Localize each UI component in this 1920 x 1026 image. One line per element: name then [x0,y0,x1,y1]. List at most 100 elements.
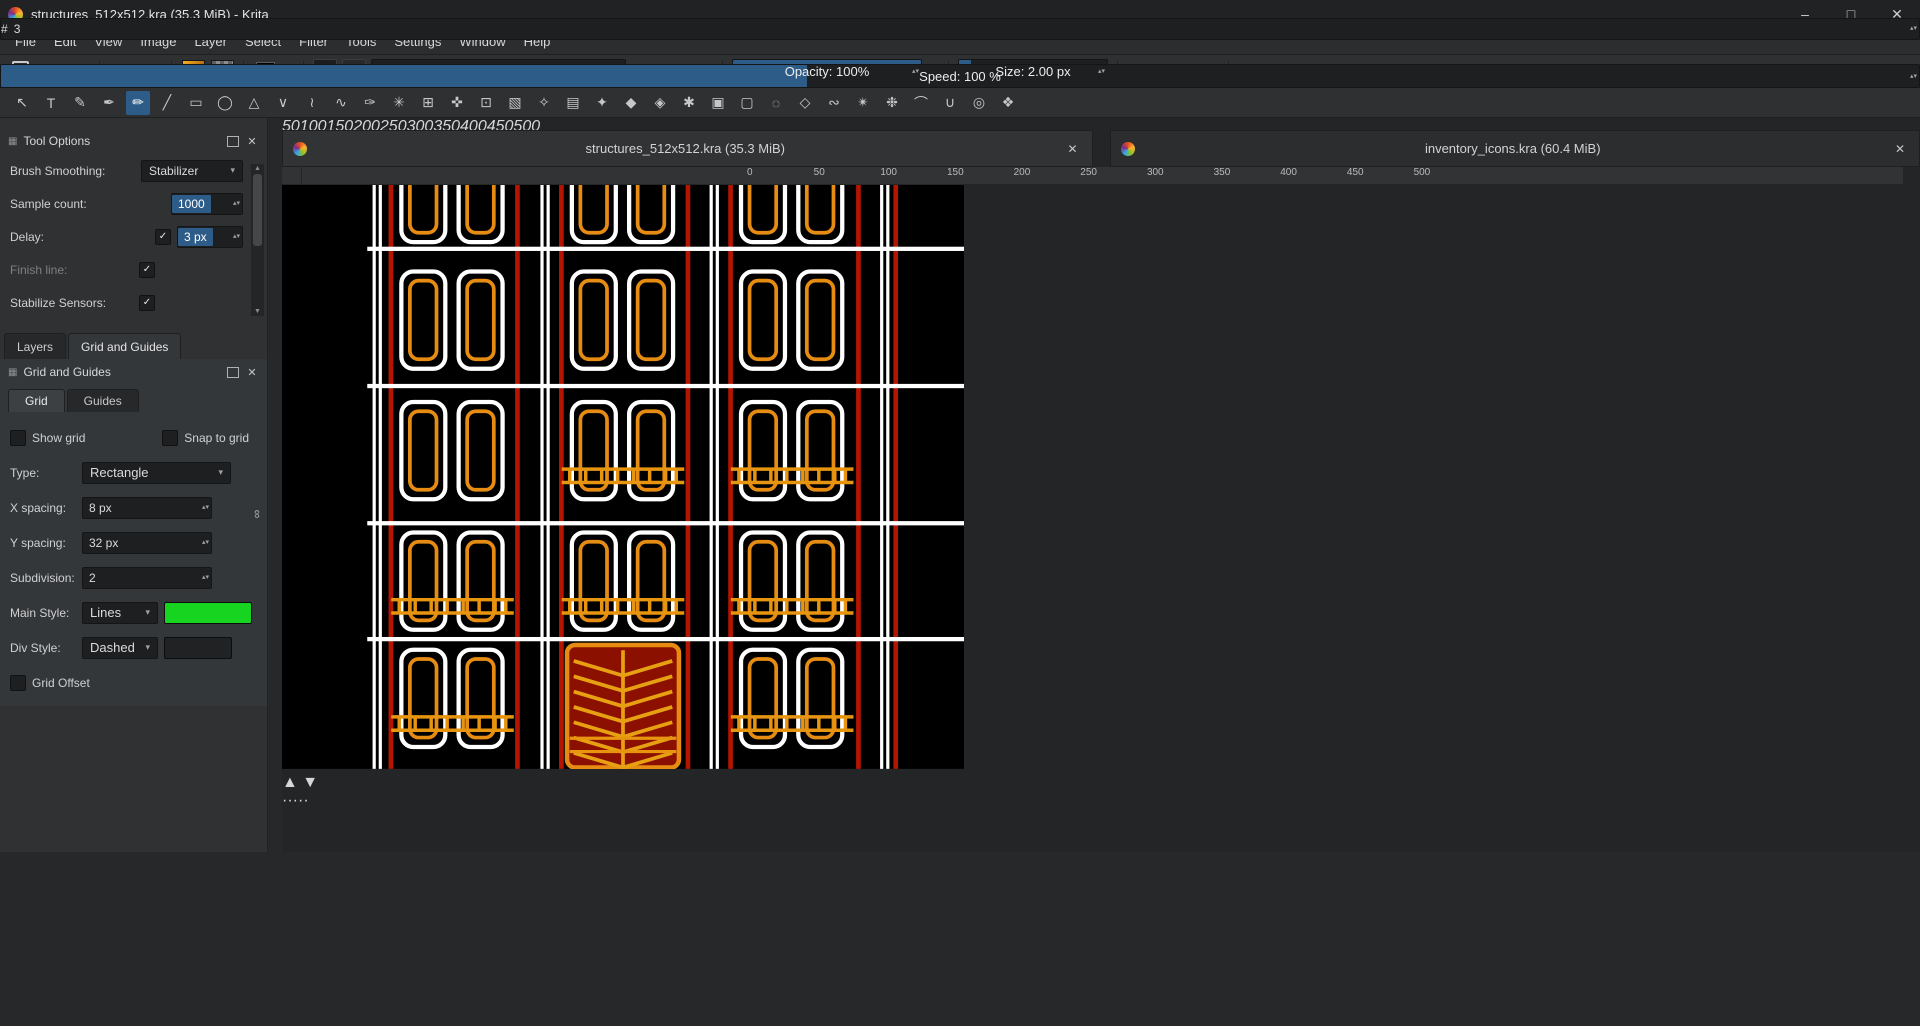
ruler-mark: 300 [1147,167,1214,184]
size-spin-arrows[interactable]: ▴▾ [1098,60,1105,82]
canvas-artwork[interactable] [282,136,1920,774]
tool-select-shapes[interactable]: ↖ [10,91,34,115]
scrollbar-handle[interactable] [253,174,262,246]
tool-bezier-curve[interactable]: ≀ [300,91,324,115]
grid-guides-title: Grid and Guides [23,365,110,379]
docker-tab-layers[interactable]: Layers [4,333,66,359]
link-spacing-icon[interactable]: ∞ [251,510,265,519]
tool-pattern-edit[interactable]: ▤ [561,91,585,115]
tool-similar-select[interactable]: ❉ [880,91,904,115]
div-style-combo[interactable]: Dashed ▾ [82,637,158,659]
tool-polyline[interactable]: ∨ [271,91,295,115]
chevron-down-icon: ▾ [145,642,150,653]
tool-freehand-select[interactable]: ∾ [822,91,846,115]
x-spacing-spinbox[interactable]: 8 px ▴▾ [82,497,212,519]
tool-multibrush[interactable]: ✳ [387,91,411,115]
tab-close-icon[interactable]: ✕ [1891,142,1909,156]
tool-assistants[interactable]: ✱ [677,91,701,115]
tool-edit-shapes[interactable]: ✎ [68,91,92,115]
stabilize-sensors-checkbox[interactable]: ✓ [139,295,155,311]
splitter-handle[interactable]: ····· [282,792,1920,810]
close-docker-icon[interactable]: ✕ [245,135,259,148]
tool-freehand-brush[interactable]: ✏ [126,91,150,115]
subdivision-label: Subdivision: [10,571,76,585]
spin-arrows[interactable]: ▴▾ [1910,19,1917,39]
document-area: structures_512x512.kra (35.3 MiB) ✕ inve… [282,118,1920,852]
tool-bezier-select[interactable]: ⌒ [909,91,933,115]
main-style-color-button[interactable] [164,602,252,624]
scroll-down-icon[interactable]: ▼ [302,774,318,791]
document-tab[interactable]: structures_512x512.kra (35.3 MiB) ✕ [282,130,1093,167]
document-tab[interactable]: inventory_icons.kra (60.4 MiB) ✕ [1110,130,1920,167]
tool-fill[interactable]: ◆ [619,91,643,115]
tool-enclose-fill[interactable]: ◈ [648,91,672,115]
tool-reference-images[interactable]: ▣ [706,91,730,115]
tool-smart-patch[interactable]: ✦ [590,91,614,115]
grid-and-guides-docker: ▦ Grid and Guides ✕ Grid Guides Show gri… [0,359,267,706]
y-spacing-spinbox[interactable]: 32 px ▴▾ [82,532,212,554]
delay-checkbox[interactable]: ✓ [155,229,171,245]
tool-magnetic-select[interactable]: ∪ [938,91,962,115]
pixel-art-building [282,136,964,769]
brush-smoothing-combo[interactable]: Stabilizer ▾ [141,160,243,182]
tool-color-sampler[interactable]: ✧ [532,91,556,115]
tool-options-title: Tool Options [23,134,90,148]
grid-offset-label: Grid Offset [32,676,90,690]
tool-rect-select[interactable]: ▢ [735,91,759,115]
krita-window: structures_512x512.kra (35.3 MiB) - Krit… [0,0,1920,1026]
sample-count-spinbox[interactable]: 1000 ▴▾ [171,193,243,215]
spin-arrows[interactable]: ▴▾ [202,498,209,518]
float-docker-icon[interactable] [227,136,239,147]
tool-calligraphy[interactable]: ✒ [97,91,121,115]
stabilize-sensors-label: Stabilize Sensors: [10,296,106,310]
spin-arrows[interactable]: ▴▾ [202,533,209,553]
grid-type-combo[interactable]: Rectangle ▾ [82,462,231,484]
tool-polygon[interactable]: △ [242,91,266,115]
tool-zoom[interactable]: ◎ [967,91,991,115]
frame-prefix: # [1,22,8,36]
tool-gradient[interactable]: ▧ [503,91,527,115]
delay-spinbox[interactable]: 3 px ▴▾ [177,226,243,248]
spin-arrows[interactable]: ▴▾ [202,568,209,588]
spin-arrows[interactable]: ▴▾ [1910,65,1917,87]
finish-line-checkbox[interactable]: ✓ [139,262,155,278]
canvas-viewport[interactable] [282,136,1920,774]
tool-ellipse-select[interactable]: ◌ [764,91,788,115]
tool-contiguous-select[interactable]: ✴ [851,91,875,115]
tab-close-icon[interactable]: ✕ [1064,142,1082,156]
scroll-up-icon[interactable]: ▲ [282,774,298,791]
opacity-spin-arrows[interactable]: ▴▾ [912,60,919,82]
grid-offset-checkbox[interactable] [10,675,26,691]
float-docker-icon[interactable] [227,367,239,378]
close-docker-icon[interactable]: ✕ [245,366,259,379]
scroll-up-icon[interactable]: ▲ [254,165,261,172]
tool-options-scrollbar[interactable]: ▲ ▼ [251,164,264,316]
tool-line[interactable]: ╱ [155,91,179,115]
show-grid-checkbox[interactable] [10,430,26,446]
tool-move[interactable]: ✜ [445,91,469,115]
vertical-scrollbar[interactable]: ▲ ▼ [282,774,1920,792]
spin-arrows[interactable]: ▴▾ [233,227,240,247]
tool-ellipse[interactable]: ◯ [213,91,237,115]
snap-to-grid-checkbox[interactable] [162,430,178,446]
div-style-label: Div Style: [10,641,76,655]
tool-transform[interactable]: ⊞ [416,91,440,115]
spin-arrows[interactable]: ▴▾ [233,194,240,214]
docker-tab-grid-and-guides[interactable]: Grid and Guides [68,333,181,359]
subdivision-spinbox[interactable]: 2 ▴▾ [82,567,212,589]
scroll-down-icon[interactable]: ▼ [254,308,261,315]
tool-dynamic-brush[interactable]: ✑ [358,91,382,115]
current-frame-spinbox[interactable]: # 3 ▴▾ [0,18,1920,40]
tab-guides[interactable]: Guides [67,389,139,412]
tool-freehand-path[interactable]: ∿ [329,91,353,115]
tool-crop[interactable]: ⊡ [474,91,498,115]
tool-rectangle[interactable]: ▭ [184,91,208,115]
main-style-combo[interactable]: Lines ▾ [82,602,158,624]
tool-polygon-select[interactable]: ◇ [793,91,817,115]
x-spacing-value: 8 px [83,499,118,517]
playback-speed-slider[interactable]: Speed: 100 % ▴▾ [0,64,1920,88]
div-style-color-button[interactable] [164,637,232,659]
tool-text[interactable]: T [39,91,63,115]
tab-grid[interactable]: Grid [8,389,65,412]
tool-pan[interactable]: ❖ [996,91,1020,115]
